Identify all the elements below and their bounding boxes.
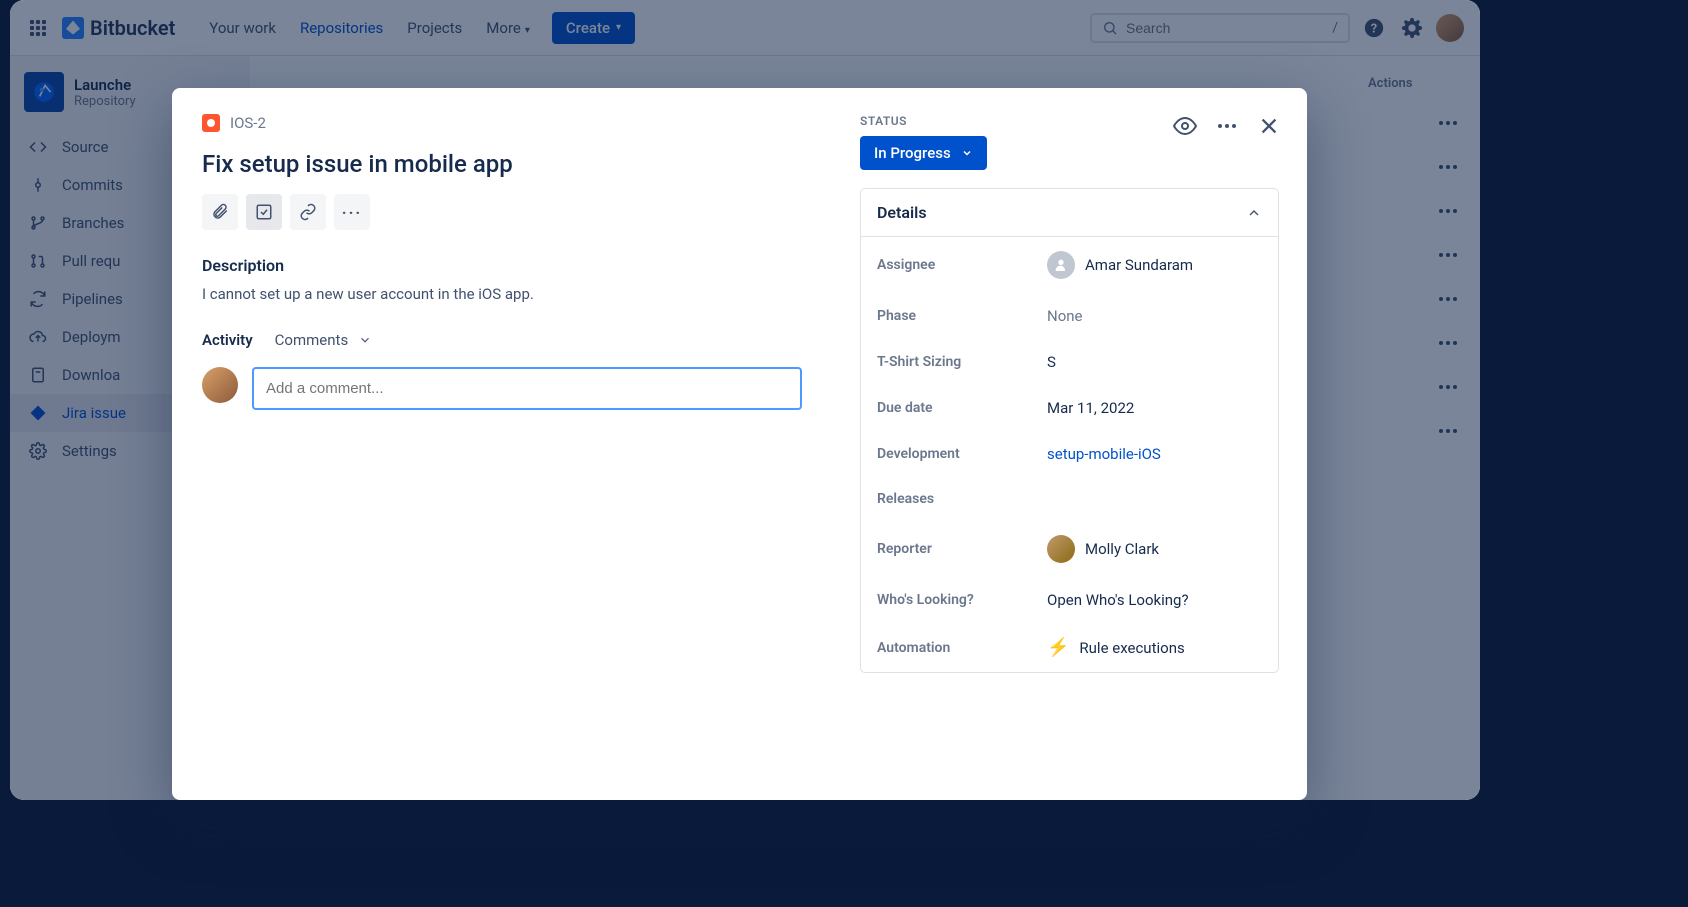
- activity-filter-dropdown[interactable]: Comments: [275, 331, 373, 349]
- attach-button[interactable]: [202, 194, 238, 230]
- chevron-up-icon: [1246, 205, 1262, 221]
- detail-whos-looking[interactable]: Who's Looking? Open Who's Looking?: [861, 577, 1278, 623]
- issue-title[interactable]: Fix setup issue in mobile app: [202, 150, 802, 178]
- description-heading: Description: [202, 256, 802, 275]
- add-checklist-button[interactable]: [246, 194, 282, 230]
- detail-releases[interactable]: Releases: [861, 477, 1278, 521]
- description-text[interactable]: I cannot set up a new user account in th…: [202, 285, 802, 303]
- issue-key[interactable]: IOS-2: [230, 114, 266, 132]
- detail-assignee[interactable]: Assignee Amar Sundaram: [861, 237, 1278, 293]
- detail-due-date[interactable]: Due date Mar 11, 2022: [861, 385, 1278, 431]
- more-actions-icon[interactable]: [1215, 114, 1239, 138]
- more-content-actions[interactable]: ···: [334, 194, 370, 230]
- chevron-down-icon: [358, 333, 372, 347]
- issue-modal: IOS-2 Fix setup issue in mobile app ··· …: [172, 88, 1307, 800]
- comment-input[interactable]: [252, 367, 802, 410]
- issue-breadcrumb[interactable]: IOS-2: [202, 114, 802, 132]
- status-dropdown[interactable]: In Progress: [860, 136, 987, 170]
- link-button[interactable]: [290, 194, 326, 230]
- activity-heading: Activity: [202, 331, 253, 349]
- avatar: [1047, 535, 1075, 563]
- issue-type-bug-icon: [202, 114, 220, 132]
- detail-automation[interactable]: Automation ⚡Rule executions: [861, 623, 1278, 672]
- details-toggle[interactable]: Details: [861, 189, 1278, 237]
- current-user-avatar: [202, 367, 238, 403]
- details-panel: Details Assignee Amar Sundaram Phase Non…: [860, 188, 1279, 673]
- close-icon[interactable]: [1257, 114, 1281, 138]
- watch-icon[interactable]: [1173, 114, 1197, 138]
- detail-development[interactable]: Development setup-mobile-iOS: [861, 431, 1278, 477]
- detail-tshirt[interactable]: T-Shirt Sizing S: [861, 339, 1278, 385]
- person-icon: [1047, 251, 1075, 279]
- chevron-down-icon: [961, 147, 973, 159]
- detail-reporter[interactable]: Reporter Molly Clark: [861, 521, 1278, 577]
- bolt-icon: ⚡: [1047, 637, 1069, 658]
- detail-phase[interactable]: Phase None: [861, 293, 1278, 339]
